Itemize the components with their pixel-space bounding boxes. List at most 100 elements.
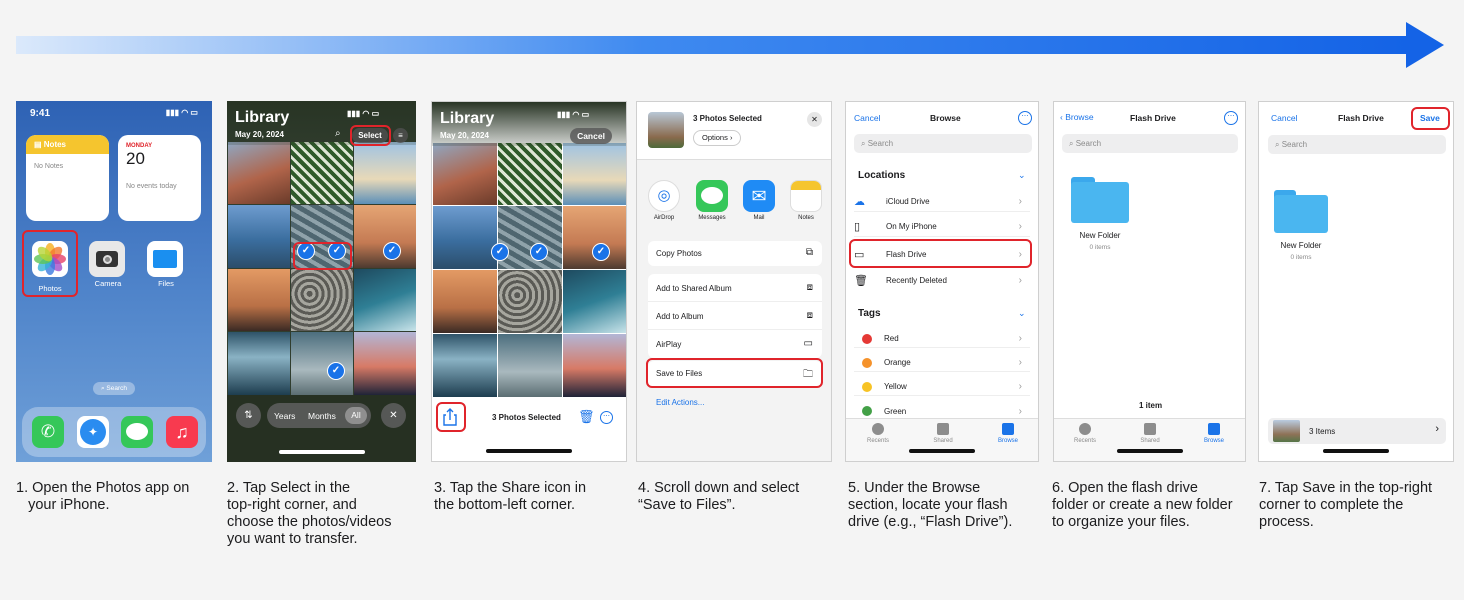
highlight-select xyxy=(350,125,391,146)
photo-thumbnail[interactable] xyxy=(290,332,353,395)
app-airdrop[interactable]: ◎ AirDrop xyxy=(648,180,680,221)
seg-all[interactable]: All xyxy=(345,407,367,424)
more-icon[interactable]: ⋯ xyxy=(600,411,613,424)
search-input[interactable]: ⌕ Search xyxy=(854,134,1032,153)
location-label: Recently Deleted xyxy=(886,275,947,285)
notes-widget[interactable]: ▤ Notes No Notes xyxy=(26,135,109,221)
tab-label: Shared xyxy=(1140,438,1160,444)
chevron-right-icon: › xyxy=(1018,221,1022,232)
photo-thumbnail[interactable] xyxy=(497,333,562,397)
messages-icon[interactable] xyxy=(121,416,153,448)
progress-arrow xyxy=(16,22,1444,68)
tab-shared[interactable]: Shared xyxy=(1130,423,1170,444)
items-summary-row[interactable]: 3 Items › xyxy=(1268,418,1446,444)
action-airplay[interactable]: AirPlay ▭ xyxy=(648,330,822,358)
action-copy-photos[interactable]: Copy Photos ⧉ xyxy=(648,241,822,266)
photo-thumbnail[interactable] xyxy=(353,205,416,268)
photo-thumbnail[interactable] xyxy=(432,142,497,206)
tags-chevron-icon[interactable]: ⌄ xyxy=(1018,308,1026,319)
photo-thumbnail[interactable] xyxy=(432,206,497,269)
new-folder-item[interactable]: New Folder 0 items xyxy=(1068,177,1132,251)
tag-label: Green xyxy=(884,406,907,416)
photo-thumbnail[interactable] xyxy=(497,142,562,206)
photo-thumbnail[interactable] xyxy=(227,205,290,268)
phone-icon[interactable]: ✆ xyxy=(32,416,64,448)
photo-thumbnail[interactable] xyxy=(432,333,497,397)
search-icon: ⌕ xyxy=(861,139,868,148)
more-icon[interactable]: ⋯ xyxy=(1018,111,1032,125)
edit-actions-link[interactable]: Edit Actions... xyxy=(656,398,704,407)
cancel-button[interactable]: Cancel xyxy=(854,113,880,123)
tag-red[interactable]: Red › xyxy=(854,330,1030,348)
photo-thumbnail[interactable] xyxy=(562,270,626,333)
sort-icon[interactable]: ≡ xyxy=(393,128,408,143)
tab-shared[interactable]: Shared xyxy=(923,423,963,444)
photo-thumbnail[interactable] xyxy=(497,206,562,269)
app-camera[interactable]: Camera xyxy=(89,241,127,288)
location-recently-deleted[interactable]: 🗑 Recently Deleted › xyxy=(854,270,1030,290)
photo-thumbnail[interactable] xyxy=(497,270,562,333)
photo-thumbnail[interactable] xyxy=(562,333,626,397)
caption-step-7: 7. Tap Save in the top-right corner to c… xyxy=(1259,480,1433,530)
search-input[interactable]: ⌕ Search xyxy=(1268,135,1446,154)
photo-thumbnail[interactable] xyxy=(290,268,353,331)
photo-thumbnail[interactable] xyxy=(353,141,416,204)
photo-thumbnail[interactable] xyxy=(227,332,290,395)
app-mail[interactable]: ✉ Mail xyxy=(742,180,776,221)
app-notes[interactable]: Notes xyxy=(789,180,823,221)
action-add-album[interactable]: Add to Album ⧈ xyxy=(648,302,822,330)
step7-save-screen: Cancel Flash Drive Save ⌕ Search New Fol… xyxy=(1258,101,1454,462)
action-label: AirPlay xyxy=(656,340,682,349)
close-icon[interactable]: ✕ xyxy=(807,112,822,127)
music-icon[interactable]: ♫ xyxy=(166,416,198,448)
tag-orange[interactable]: Orange › xyxy=(854,354,1030,372)
tab-recents[interactable]: Recents xyxy=(858,423,898,444)
location-on-my-iphone[interactable]: ▯ On My iPhone › xyxy=(854,217,1030,237)
tag-yellow[interactable]: Yellow › xyxy=(854,378,1030,396)
home-indicator xyxy=(1323,449,1389,453)
app-files[interactable]: Files xyxy=(147,241,185,288)
trash-icon[interactable]: 🗑 xyxy=(578,409,595,425)
tab-browse[interactable]: Browse xyxy=(988,423,1028,444)
photo-thumbnail[interactable] xyxy=(227,141,290,204)
photo-thumbnail[interactable] xyxy=(353,332,416,395)
options-button[interactable]: Options › xyxy=(693,130,742,146)
spotlight-search[interactable]: ⌕ Search xyxy=(93,382,135,395)
app-messages[interactable]: Messages xyxy=(695,180,729,221)
folder-name: New Folder xyxy=(1079,231,1121,240)
view-segmented-control: Years Months All xyxy=(267,403,371,428)
sort-toggle-icon[interactable]: ⇅ xyxy=(236,403,261,428)
close-icon[interactable]: ✕ xyxy=(381,403,406,428)
cancel-button[interactable]: Cancel xyxy=(570,128,612,144)
caption-step-3: 3. Tap the Share icon in the bottom-left… xyxy=(434,480,587,513)
locations-chevron-icon[interactable]: ⌄ xyxy=(1018,170,1026,181)
tab-recents[interactable]: Recents xyxy=(1065,423,1105,444)
tab-browse[interactable]: Browse xyxy=(1194,423,1234,444)
cancel-button[interactable]: Cancel xyxy=(1271,113,1297,123)
photo-thumbnail[interactable] xyxy=(290,141,353,204)
back-button[interactable]: ‹ Browse xyxy=(1060,112,1094,122)
photo-thumbnail[interactable] xyxy=(353,268,416,331)
checkmark-icon: ✓ xyxy=(327,361,345,380)
highlight-save xyxy=(1411,107,1450,130)
new-folder-item[interactable]: New Folder 0 items xyxy=(1271,190,1331,261)
safari-icon[interactable]: ✦ xyxy=(77,416,109,448)
search-input[interactable]: ⌕ Search xyxy=(1062,134,1238,153)
app-label-notes: Notes xyxy=(798,215,814,221)
seg-years[interactable]: Years xyxy=(274,411,295,421)
more-icon[interactable]: ⋯ xyxy=(1224,111,1238,125)
location-icloud[interactable]: ☁ iCloud Drive › xyxy=(854,192,1030,212)
photo-thumbnail[interactable] xyxy=(227,268,290,331)
photo-thumbnail[interactable] xyxy=(432,270,497,333)
iphone-icon: ▯ xyxy=(854,221,861,233)
search-icon[interactable]: ⌕ xyxy=(335,128,341,139)
chevron-right-icon: › xyxy=(1018,333,1022,344)
photo-thumbnail[interactable] xyxy=(562,206,626,269)
app-label-airdrop: AirDrop xyxy=(653,215,675,221)
action-label: Add to Album xyxy=(656,312,704,321)
home-indicator xyxy=(1116,449,1183,453)
action-add-shared-album[interactable]: Add to Shared Album ⧈ xyxy=(648,274,822,302)
photo-thumbnail[interactable] xyxy=(562,142,626,206)
calendar-widget[interactable]: MONDAY 20 No events today xyxy=(118,135,201,221)
seg-months[interactable]: Months xyxy=(308,411,336,421)
